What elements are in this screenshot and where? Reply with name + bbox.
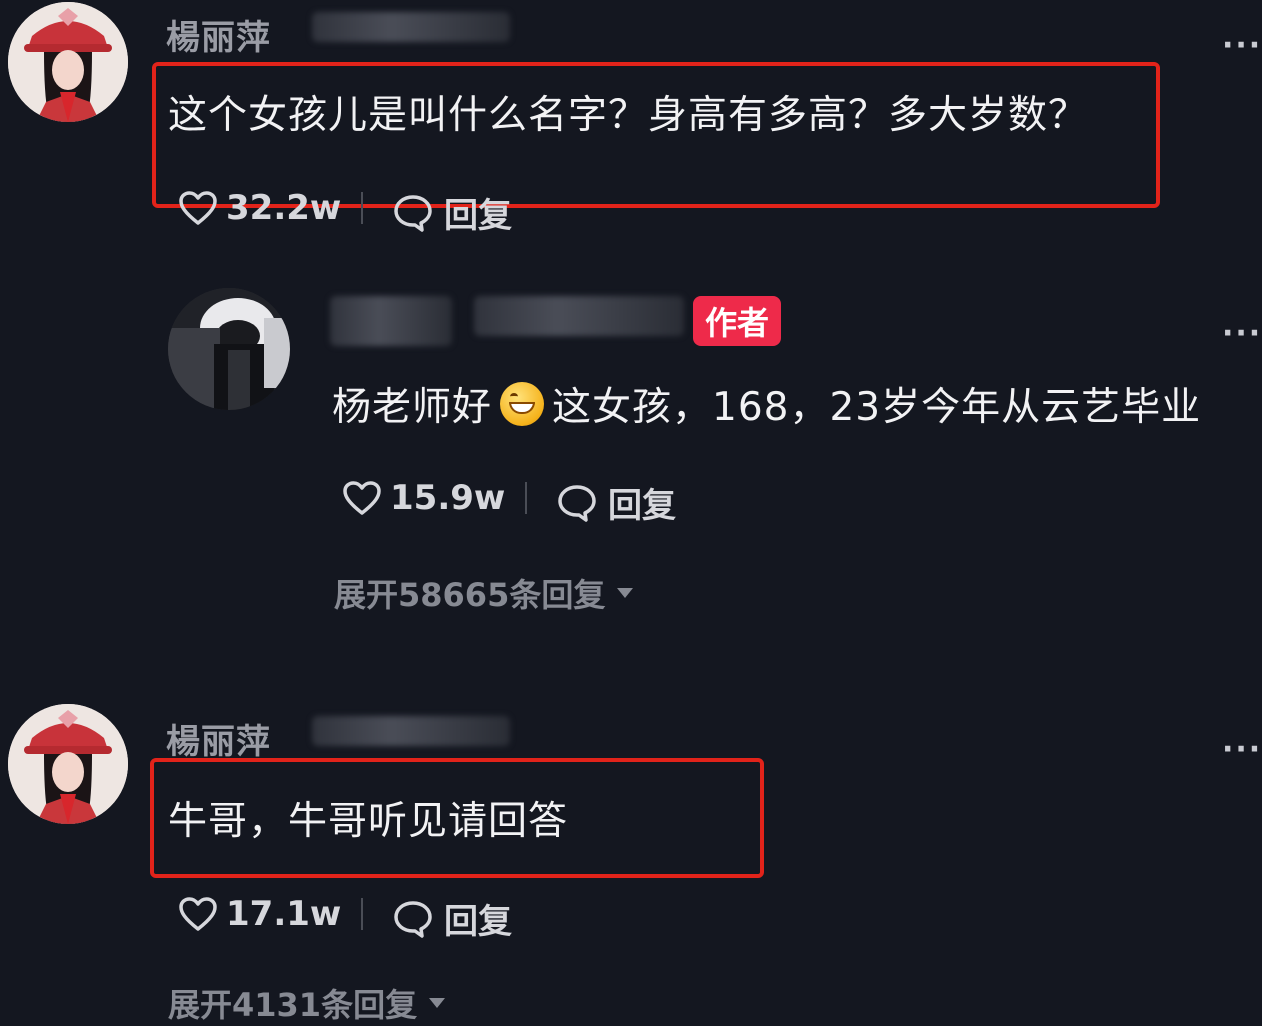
speech-bubble-icon bbox=[558, 484, 596, 522]
comment-text: 杨老师好 这女孩，168，23岁今年从云艺毕业 bbox=[332, 376, 1201, 432]
triangle-down-icon bbox=[429, 998, 446, 1008]
like-count: 17.1w bbox=[226, 894, 342, 934]
heart-outline-icon bbox=[343, 481, 381, 515]
author-badge: 作者 bbox=[693, 296, 782, 346]
comment-text-body: 这女孩，168，23岁今年从云艺毕业 bbox=[552, 385, 1202, 430]
more-options-icon[interactable]: ··· bbox=[1222, 732, 1262, 767]
avatar-yangliping[interactable] bbox=[8, 2, 128, 122]
reply-label: 回复 bbox=[608, 486, 676, 526]
like-button[interactable]: 17.1w bbox=[178, 894, 341, 934]
reply-button[interactable]: 回复 bbox=[392, 894, 512, 943]
expand-replies-label: 展开4131条回复 bbox=[168, 986, 418, 1024]
heart-outline-icon bbox=[179, 897, 217, 931]
comment-text: 这个女孩儿是叫什么名字？身高有多高？多大岁数？ bbox=[168, 93, 1089, 138]
comment-text: 牛哥，牛哥听见请回答 bbox=[168, 799, 569, 844]
expand-replies-button[interactable]: 展开4131条回复 bbox=[168, 980, 446, 1026]
like-button[interactable]: 32.2w bbox=[178, 188, 341, 228]
avatar-author[interactable] bbox=[168, 288, 290, 410]
expand-replies-button[interactable]: 展开58665条回复 bbox=[334, 570, 634, 616]
avatar-yangliping[interactable] bbox=[8, 704, 128, 824]
divider bbox=[361, 192, 363, 224]
triangle-down-icon bbox=[617, 588, 634, 598]
heart-outline-icon bbox=[179, 191, 217, 225]
like-count: 15.9w bbox=[390, 478, 506, 518]
reply-button[interactable]: 回复 bbox=[392, 188, 512, 237]
blurred-username-suffix bbox=[312, 716, 510, 746]
reply-button[interactable]: 回复 bbox=[556, 478, 676, 527]
grinning-face-emoji-icon bbox=[500, 382, 545, 426]
speech-bubble-icon bbox=[394, 194, 432, 232]
comment-username[interactable]: 楊丽萍 bbox=[166, 714, 271, 763]
blurred-author-handle bbox=[474, 296, 684, 336]
comment-text-greeting: 杨老师好 bbox=[332, 385, 493, 430]
like-count: 32.2w bbox=[226, 188, 342, 228]
more-options-icon[interactable]: ··· bbox=[1222, 28, 1262, 63]
blurred-username-suffix bbox=[312, 12, 510, 42]
speech-bubble-icon bbox=[394, 900, 432, 938]
reply-label: 回复 bbox=[444, 902, 512, 942]
divider bbox=[525, 482, 527, 514]
like-button[interactable]: 15.9w bbox=[342, 478, 505, 518]
expand-replies-label: 展开58665条回复 bbox=[334, 576, 606, 614]
divider bbox=[361, 898, 363, 930]
comment-username[interactable]: 楊丽萍 bbox=[166, 10, 271, 59]
more-options-icon[interactable]: ··· bbox=[1222, 316, 1262, 351]
reply-label: 回复 bbox=[444, 196, 512, 236]
blurred-author-name bbox=[330, 296, 452, 346]
